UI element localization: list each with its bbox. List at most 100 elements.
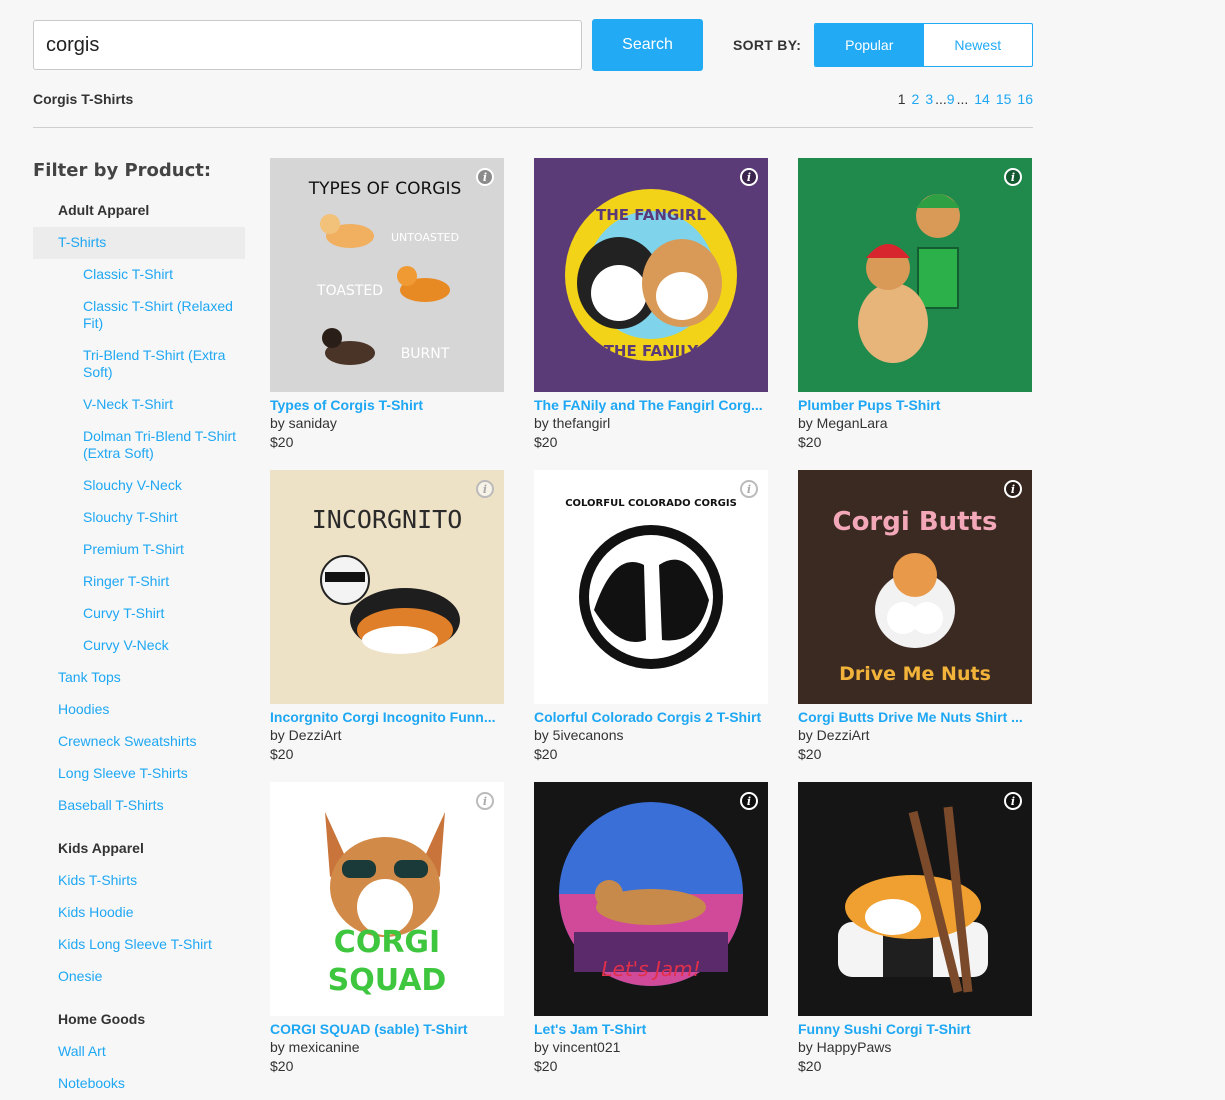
sidebar-item[interactable]: Onesie	[33, 961, 245, 993]
product-card[interactable]: i Funny Sushi Corgi T-Shirt by HappyPaws…	[798, 782, 1032, 1094]
product-image[interactable]: CORGI SQUAD i	[270, 782, 504, 1016]
info-icon[interactable]: i	[476, 480, 494, 498]
product-image[interactable]: i	[798, 158, 1032, 392]
filter-heading: Filter by Product:	[33, 160, 212, 181]
product-image[interactable]: i	[798, 782, 1032, 1016]
product-image[interactable]: COLORFUL COLORADO CORGIS i	[534, 470, 768, 704]
product-image[interactable]: Let's Jam! i	[534, 782, 768, 1016]
product-title[interactable]: Types of Corgis T-Shirt	[270, 397, 504, 414]
product-artist: by DezziArt	[798, 727, 870, 743]
art-text: TOASTED	[316, 283, 383, 299]
product-title[interactable]: Corgi Butts Drive Me Nuts Shirt ...	[798, 709, 1032, 726]
sidebar-subitem[interactable]: Tri-Blend T-Shirt (Extra Soft)	[33, 340, 245, 389]
divider	[33, 127, 1033, 128]
art-text: INCORGNITO	[312, 505, 463, 534]
sidebar-subitem[interactable]: Dolman Tri-Blend T-Shirt (Extra Soft)	[33, 421, 245, 470]
product-card[interactable]: Corgi Butts Drive Me Nuts i Corgi Butts …	[798, 470, 1032, 782]
product-card[interactable]: COLORFUL COLORADO CORGIS i Colorful Colo…	[534, 470, 768, 782]
product-title[interactable]: The FANily and The Fangirl Corg...	[534, 397, 768, 414]
art-text: SQUAD	[328, 963, 447, 998]
product-card[interactable]: THE FANGIRL THE FANILY i The FANily and …	[534, 158, 768, 470]
sidebar-item[interactable]: Baseball T-Shirts	[33, 790, 245, 822]
product-artist: by saniday	[270, 415, 337, 431]
sort-popular-button[interactable]: Popular	[815, 24, 924, 66]
search-button[interactable]: Search	[592, 19, 703, 71]
art-text: Corgi Butts	[832, 507, 997, 537]
sidebar-item[interactable]: Kids Long Sleeve T-Shirt	[33, 929, 245, 961]
page-ellipsis: ...	[956, 91, 969, 107]
page-current: 1	[897, 91, 906, 107]
sidebar-item[interactable]: Tank Tops	[33, 662, 245, 694]
info-icon[interactable]: i	[476, 168, 494, 186]
search-input[interactable]	[33, 20, 582, 70]
info-icon[interactable]: i	[1004, 168, 1022, 186]
sidebar-subitem[interactable]: Classic T-Shirt (Relaxed Fit)	[33, 291, 245, 340]
sidebar-subitem[interactable]: Curvy T-Shirt	[33, 598, 245, 630]
product-title[interactable]: Plumber Pups T-Shirt	[798, 397, 1032, 414]
sidebar-subitem[interactable]: Ringer T-Shirt	[33, 566, 245, 598]
page-link[interactable]: 9	[947, 91, 955, 107]
sidebar-subitem[interactable]: Slouchy T-Shirt	[33, 502, 245, 534]
info-icon[interactable]: i	[1004, 480, 1022, 498]
product-title[interactable]: Incorgnito Corgi Incognito Funn...	[270, 709, 504, 726]
sidebar-item[interactable]: Kids Hoodie	[33, 897, 245, 929]
page-link[interactable]: 16	[1011, 91, 1033, 107]
product-price: $20	[798, 434, 822, 450]
sidebar-subitem[interactable]: Premium T-Shirt	[33, 534, 245, 566]
product-image[interactable]: Corgi Butts Drive Me Nuts i	[798, 470, 1032, 704]
sidebar-item[interactable]: Kids T-Shirts	[33, 865, 245, 897]
art-text: UNTOASTED	[391, 231, 459, 244]
info-icon[interactable]: i	[740, 480, 758, 498]
page-ellipsis: ...	[935, 91, 947, 107]
product-price: $20	[798, 746, 822, 762]
product-title[interactable]: CORGI SQUAD (sable) T-Shirt	[270, 1021, 504, 1038]
sidebar-group-kids-apparel[interactable]: Kids Apparel	[33, 822, 245, 865]
sort-toggle: Popular Newest	[814, 23, 1033, 67]
product-title[interactable]: Funny Sushi Corgi T-Shirt	[798, 1021, 1032, 1038]
product-card[interactable]: Let's Jam! i Let's Jam T-Shirt by vincen…	[534, 782, 768, 1094]
sidebar-subitem[interactable]: Classic T-Shirt	[33, 259, 245, 291]
info-icon[interactable]: i	[476, 792, 494, 810]
product-artist: by HappyPaws	[798, 1039, 892, 1055]
product-artist: by mexicanine	[270, 1039, 360, 1055]
sidebar-item[interactable]: Notebooks	[33, 1068, 245, 1100]
product-title[interactable]: Colorful Colorado Corgis 2 T-Shirt	[534, 709, 768, 726]
art-text: BURNT	[401, 346, 450, 362]
product-price: $20	[270, 1058, 294, 1074]
sort-newest-button[interactable]: Newest	[924, 24, 1033, 66]
product-grid: TYPES OF CORGIS UNTOASTED TOASTED BURNT …	[270, 158, 1032, 1094]
product-card[interactable]: CORGI SQUAD i CORGI SQUAD (sable) T-Shir…	[270, 782, 504, 1094]
art-text: CORGI	[334, 925, 440, 960]
product-card[interactable]: TYPES OF CORGIS UNTOASTED TOASTED BURNT …	[270, 158, 504, 470]
page-link[interactable]: 3	[919, 91, 933, 107]
sort-label: SORT BY:	[733, 37, 802, 53]
product-image[interactable]: TYPES OF CORGIS UNTOASTED TOASTED BURNT …	[270, 158, 504, 392]
product-image[interactable]: INCORGNITO i	[270, 470, 504, 704]
page-link[interactable]: 15	[990, 91, 1012, 107]
sidebar-subitem[interactable]: Slouchy V-Neck	[33, 470, 245, 502]
sidebar-item[interactable]: Crewneck Sweatshirts	[33, 726, 245, 758]
product-card[interactable]: INCORGNITO i Incorgnito Corgi Incognito …	[270, 470, 504, 782]
info-icon[interactable]: i	[1004, 792, 1022, 810]
results-title: Corgis T-Shirts	[33, 91, 134, 107]
info-icon[interactable]: i	[740, 168, 758, 186]
page-link[interactable]: 14	[968, 91, 990, 107]
sidebar-group-adult-apparel[interactable]: Adult Apparel	[33, 194, 245, 227]
page-link[interactable]: 2	[906, 91, 920, 107]
sidebar-item[interactable]: Long Sleeve T-Shirts	[33, 758, 245, 790]
sidebar-item[interactable]: Hoodies	[33, 694, 245, 726]
product-price: $20	[534, 1058, 558, 1074]
sidebar-group-home-goods[interactable]: Home Goods	[33, 993, 245, 1036]
product-price: $20	[270, 434, 294, 450]
product-artist: by DezziArt	[270, 727, 342, 743]
info-icon[interactable]: i	[740, 792, 758, 810]
sidebar-subitem[interactable]: V-Neck T-Shirt	[33, 389, 245, 421]
sidebar-subitem[interactable]: Curvy V-Neck	[33, 630, 245, 662]
sidebar-item-tshirts[interactable]: T-Shirts	[33, 227, 245, 259]
art-text: Drive Me Nuts	[839, 663, 991, 685]
sidebar-item[interactable]: Wall Art	[33, 1036, 245, 1068]
product-card[interactable]: i Plumber Pups T-Shirt by MeganLara $20	[798, 158, 1032, 470]
art-text: THE FANGIRL	[596, 206, 706, 224]
product-image[interactable]: THE FANGIRL THE FANILY i	[534, 158, 768, 392]
product-title[interactable]: Let's Jam T-Shirt	[534, 1021, 768, 1038]
